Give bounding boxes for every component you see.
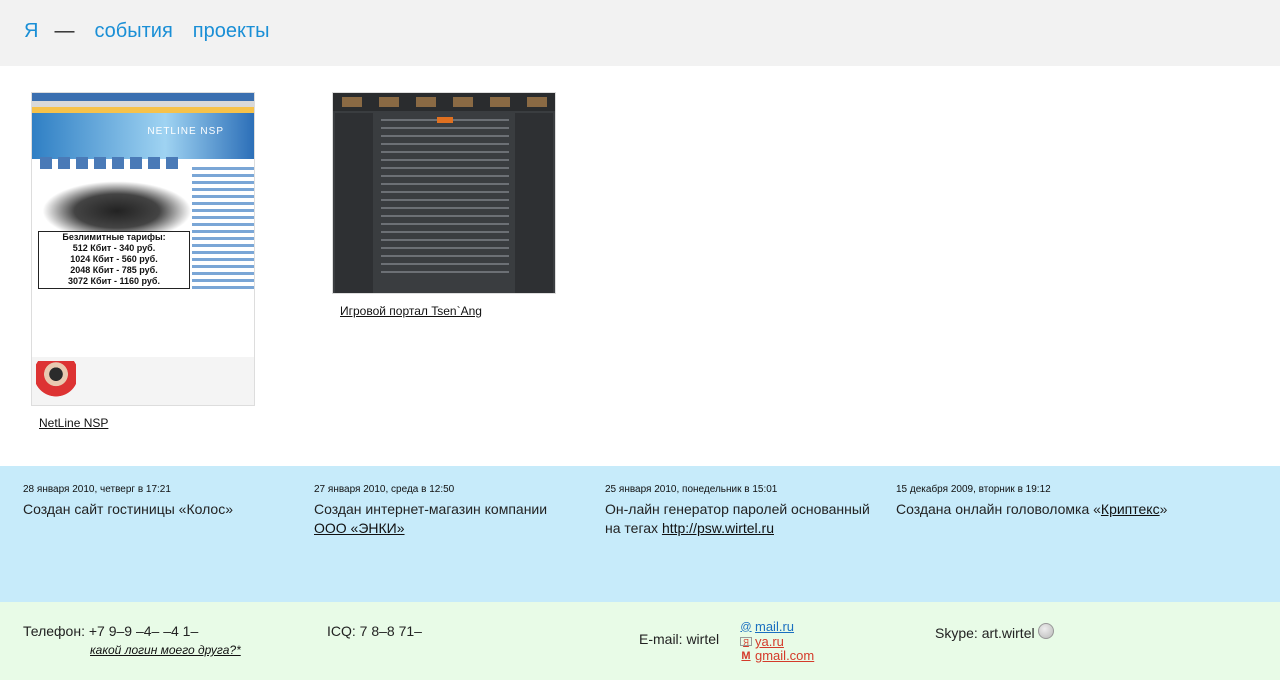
thumb-banner: NETLINE NSP: [32, 113, 254, 159]
event-text: Создан интернет-магазин компании ООО «ЭН…: [314, 500, 594, 538]
event-item: 28 января 2010, четверг в 17:21 Создан с…: [23, 484, 303, 519]
project-card-netline: NETLINE NSP Безлимитные тарифы: 512 Кбит…: [31, 92, 255, 406]
gmail-icon: M: [741, 649, 751, 662]
project-thumbnail-tsenang[interactable]: [332, 92, 556, 294]
contact-phone: Телефон: +7 9–9 –4– –4 1–: [23, 623, 199, 639]
skype-status-icon: [1037, 623, 1054, 639]
email-mailru-text: mail.ru: [755, 619, 795, 634]
event-date: 25 января 2010, понедельник в 15:01: [605, 484, 778, 495]
friend-login-link[interactable]: какой логин моего друга?*: [90, 643, 241, 657]
main-nav: Я — события проекты: [24, 20, 270, 43]
nav-link-events[interactable]: события: [94, 20, 172, 43]
thumb-runner-image: [42, 181, 192, 231]
thumb-tariffs-box: Безлимитные тарифы: 512 Кбит - 340 руб. …: [38, 231, 190, 289]
project-link-tsenang[interactable]: Игровой портал Tsen`Ang: [340, 304, 482, 318]
event-item: 15 декабря 2009, вторник в 19:12 Создана…: [896, 484, 1176, 519]
thumb-tariff-row: 1024 Кбит - 560 руб.: [70, 254, 158, 264]
thumb-tariffs-title: Безлимитные тарифы:: [62, 232, 166, 242]
event-date: 15 декабря 2009, вторник в 19:12: [896, 484, 1051, 495]
thumb-game-menu: [333, 93, 555, 111]
nav-separator: —: [54, 20, 75, 42]
event-text-main: Создана онлайн головоломка «: [896, 501, 1101, 517]
thumb-tariff-row: 3072 Кбит - 1160 руб.: [68, 276, 160, 286]
thumb-content: [377, 113, 513, 293]
thumb-tariff-row: 2048 Кбит - 785 руб.: [70, 265, 158, 275]
event-link[interactable]: http://psw.wirtel.ru: [662, 520, 774, 536]
email-yaru-text: ya.ru: [755, 634, 784, 649]
header-bar: Я — события проекты: [0, 0, 1280, 66]
thumb-icons-row: [40, 157, 190, 171]
email-gmail-text: gmail.com: [755, 648, 815, 663]
email-gmail-link[interactable]: M gmail.com: [740, 648, 814, 663]
thumb-right-column: [515, 113, 553, 293]
thumb-operator-photo: [36, 361, 76, 405]
event-date: 28 января 2010, четверг в 17:21: [23, 484, 171, 495]
nav-link-me[interactable]: Я: [24, 20, 38, 43]
event-link[interactable]: ООО «ЭНКИ»: [314, 520, 405, 536]
email-yaru-link[interactable]: Я ya.ru: [740, 634, 784, 649]
email-mailru-link[interactable]: @ mail.ru: [740, 619, 794, 634]
project-thumbnail-netline[interactable]: NETLINE NSP Безлимитные тарифы: 512 Кбит…: [31, 92, 255, 406]
event-item: 27 января 2010, среда в 12:50 Создан инт…: [314, 484, 594, 538]
thumb-browser-bar: [32, 93, 254, 101]
event-text: Создана онлайн головоломка «Криптекс»: [896, 500, 1176, 519]
project-link-netline[interactable]: NetLine NSP: [39, 416, 108, 430]
event-text-main: Создан интернет-магазин компании: [314, 501, 548, 517]
contact-icq: ICQ: 7 8–8 71–: [327, 623, 422, 639]
thumb-banner-text: NETLINE NSP: [147, 126, 224, 137]
thumb-left-column: [335, 113, 373, 293]
contact-skype-text: Skype: art.wirtel: [935, 625, 1035, 641]
thumb-logo: [437, 117, 453, 123]
event-link[interactable]: Криптекс: [1101, 501, 1160, 517]
mailru-icon: @: [740, 620, 752, 633]
contact-skype: Skype: art.wirtel: [935, 623, 1054, 641]
event-text: Он-лайн генератор паролей основанный на …: [605, 500, 885, 538]
project-card-tsenang: [332, 92, 556, 294]
contact-email-label: E-mail: wirtel: [639, 631, 720, 647]
thumb-right-column: [192, 163, 254, 363]
event-date: 27 января 2010, среда в 12:50: [314, 484, 455, 495]
event-item: 25 января 2010, понедельник в 15:01 Он-л…: [605, 484, 885, 538]
yandex-mail-icon: Я: [740, 637, 752, 647]
nav-link-projects[interactable]: проекты: [193, 20, 270, 43]
event-text-tail: »: [1159, 501, 1168, 517]
event-text: Создан сайт гостиницы «Колос»: [23, 501, 233, 517]
thumb-tariff-row: 512 Кбит - 340 руб.: [72, 243, 156, 253]
